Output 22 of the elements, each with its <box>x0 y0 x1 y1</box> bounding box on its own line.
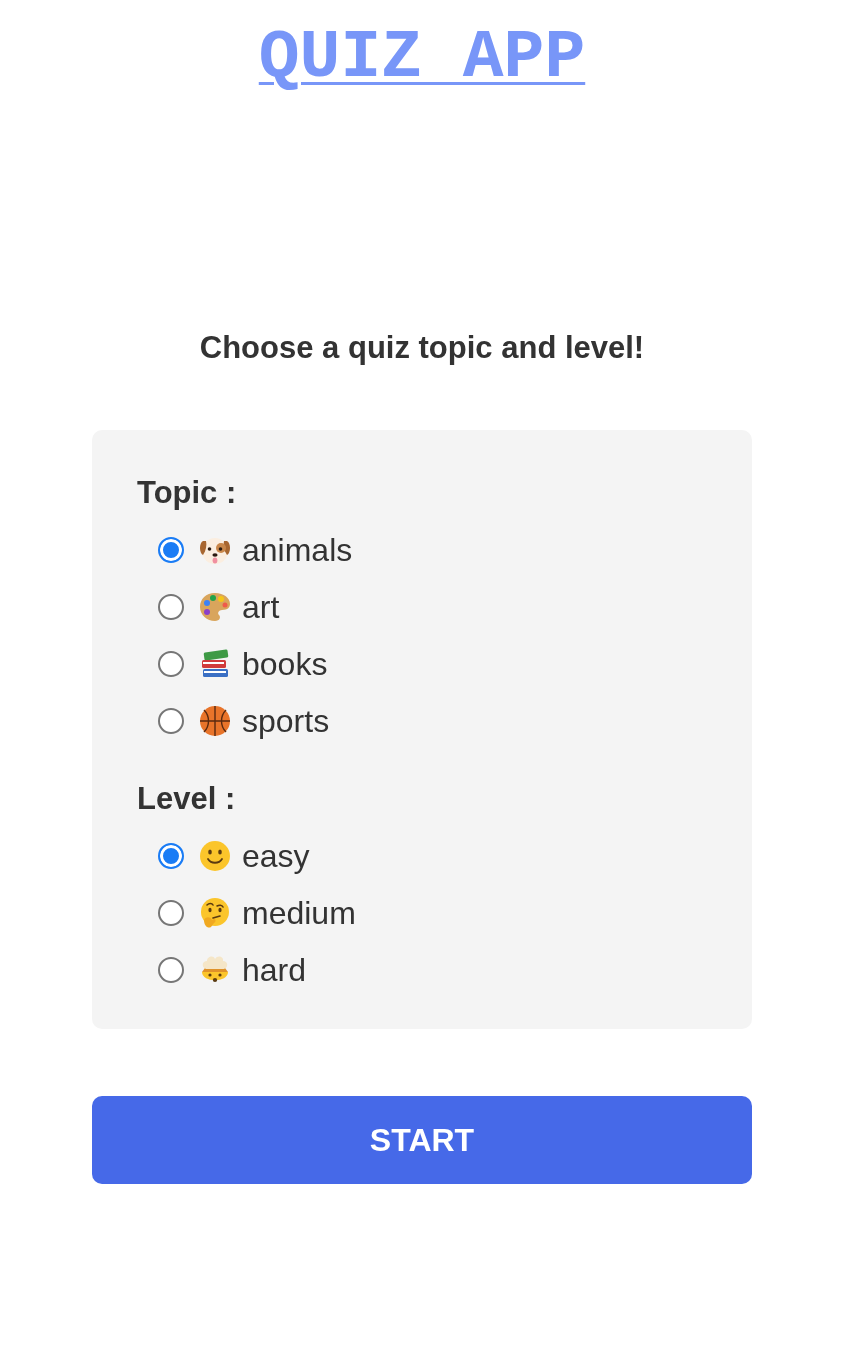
level-option-label[interactable]: easy <box>242 835 310 876</box>
app-title: QUIZ APP <box>258 18 586 98</box>
radio-button[interactable] <box>158 956 184 983</box>
prompt-heading: Choose a quiz topic and level! <box>199 329 645 367</box>
level-option-label[interactable]: medium <box>242 892 356 933</box>
level-option-label[interactable]: hard <box>242 949 307 990</box>
radio-button[interactable] <box>158 899 184 926</box>
radio-button[interactable] <box>158 707 184 734</box>
radio-button[interactable] <box>158 842 184 869</box>
start-button[interactable]: START <box>92 1096 752 1184</box>
topic-option-label[interactable]: art <box>242 586 280 627</box>
smiley-face-icon <box>198 838 232 873</box>
topic-option-label[interactable]: sports <box>242 700 330 741</box>
topic-label: Topic : <box>137 474 237 512</box>
level-label: Level : <box>137 780 236 818</box>
radio-button[interactable] <box>158 650 184 677</box>
radio-button[interactable] <box>158 536 184 563</box>
basketball-icon <box>198 703 232 738</box>
radio-button[interactable] <box>158 593 184 620</box>
thinking-face-icon <box>198 895 232 930</box>
topic-option-label[interactable]: books <box>242 643 328 684</box>
topic-option-label[interactable]: animals <box>242 529 353 570</box>
